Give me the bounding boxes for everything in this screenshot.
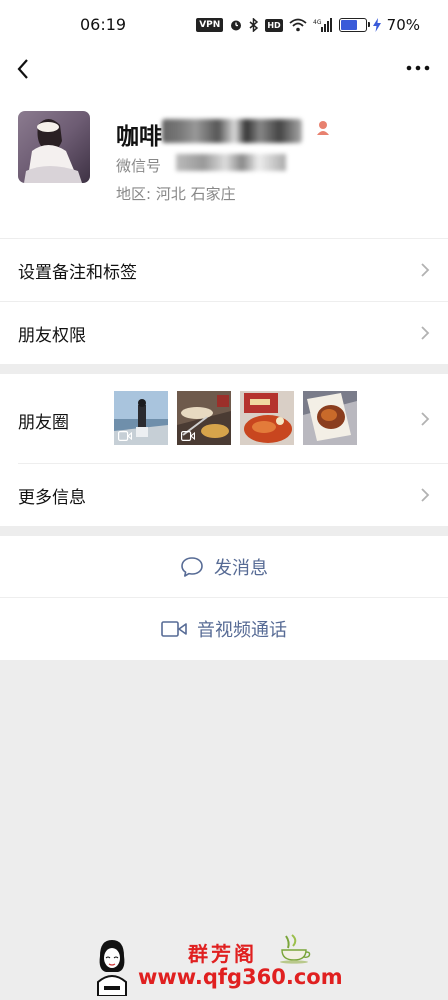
row-more-info-label: 更多信息 (18, 488, 86, 508)
row-friend-permissions-label: 朋友权限 (18, 326, 86, 346)
profile-card: 咖啡 微信号 地区: 河北 石家庄 (0, 90, 448, 238)
moments-thumbnail[interactable] (114, 391, 168, 445)
chat-bubble-icon (181, 557, 203, 577)
redacted-wechat-id (176, 154, 286, 171)
row-moments[interactable]: 朋友圈 (0, 374, 448, 464)
chevron-right-icon (421, 326, 430, 340)
redacted-name (162, 119, 302, 143)
battery-icon (338, 18, 370, 32)
avatar[interactable] (18, 111, 90, 183)
charging-icon (372, 18, 381, 32)
region-value: 河北 石家庄 (155, 185, 236, 203)
video-call-button[interactable]: 音视频通话 (0, 598, 448, 660)
hd-badge: HD (265, 18, 283, 32)
chevron-right-icon (421, 263, 430, 277)
row-remark-tags[interactable]: 设置备注和标签 (0, 239, 448, 301)
back-arrow-icon[interactable] (12, 55, 36, 83)
moments-thumbnail[interactable] (240, 391, 294, 445)
watermark-figure-logo (97, 940, 127, 996)
status-time: 06:19 (80, 15, 127, 34)
nav-bar (0, 50, 448, 90)
region: 地区: 河北 石家庄 (116, 183, 236, 204)
vpn-badge: VPN (196, 18, 224, 32)
battery-fill (340, 20, 358, 30)
video-icon (118, 431, 132, 441)
row-remark-tags-label: 设置备注和标签 (18, 263, 137, 283)
battery-percent: 70% (386, 16, 420, 34)
chevron-right-icon (421, 412, 430, 426)
video-call-label: 音视频通话 (197, 620, 287, 641)
send-message-button[interactable]: 发消息 (0, 536, 448, 598)
region-label: 地区: (116, 185, 152, 203)
row-more-info[interactable]: 更多信息 (0, 464, 448, 526)
status-bar: 06:19 VPN HD 4G 70% (0, 0, 448, 50)
row-friend-permissions[interactable]: 朋友权限 (0, 302, 448, 364)
moments-thumbnail[interactable] (303, 391, 357, 445)
signal-icon: 4G (313, 18, 332, 32)
more-options-icon[interactable] (406, 64, 430, 72)
video-camera-icon (161, 621, 187, 637)
row-moments-label: 朋友圈 (18, 413, 69, 433)
send-message-label: 发消息 (214, 558, 268, 579)
profile-name: 咖啡 (116, 124, 162, 150)
watermark-brand: 群芳阁 (188, 942, 257, 966)
watermark-tea-cup-icon (280, 934, 311, 964)
gender-female-icon (317, 121, 329, 135)
status-icons: VPN HD 4G 70% (196, 15, 420, 35)
bluetooth-icon (249, 18, 259, 32)
chevron-right-icon (421, 488, 430, 502)
svg-text:4G: 4G (313, 19, 322, 26)
video-icon (181, 431, 195, 441)
wechat-id-label: 微信号 (116, 157, 162, 175)
wifi-icon (289, 18, 307, 32)
watermark-url: www.qfg360.com (138, 965, 343, 989)
moments-thumbnail[interactable] (177, 391, 231, 445)
alarm-icon (231, 20, 242, 31)
